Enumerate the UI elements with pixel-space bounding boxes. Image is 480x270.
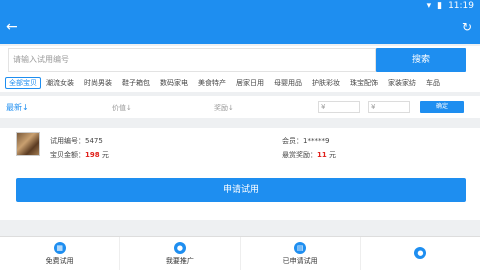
app-bar: ← ↻ (0, 14, 480, 44)
search-input[interactable]: 请输入试用编号 (8, 48, 376, 72)
category-bar: 全部宝贝 潮流女装 时尚男装 鞋子箱包 数码家电 美食特产 居家日用 母婴用品 … (0, 74, 480, 92)
wifi-icon: ▾ (426, 1, 432, 11)
profile-icon: ● (414, 246, 427, 259)
filter-bar: 最新↓ 价值↓ 奖励↓ ¥ ¥ 确定 (0, 96, 480, 118)
sort-price[interactable]: 价值↓ (112, 103, 132, 113)
category-item[interactable]: 数码家电 (155, 77, 193, 89)
tab-free-trial[interactable]: ▦ 免费试用 (0, 237, 121, 270)
product-thumbnail[interactable] (16, 132, 40, 156)
min-price-input[interactable]: ¥ (318, 101, 360, 113)
category-item[interactable]: 时尚男装 (79, 77, 117, 89)
trial-item-card: 试用编号：5475 会员：1*****9 宝贝金额：198 元 悬赏奖励：11 … (0, 128, 480, 220)
category-item[interactable]: 车品 (421, 77, 445, 89)
cart-icon: ▤ (294, 241, 307, 254)
user-icon: ● (173, 241, 186, 254)
tab-applied[interactable]: ▤ 已申请试用 (241, 237, 361, 270)
amount-label: 宝贝金额：198 元 (50, 151, 109, 159)
status-icons: ▾ ▮ 11:19 (427, 1, 474, 11)
apply-trial-button[interactable]: 申请试用 (16, 178, 466, 202)
confirm-button[interactable]: 确定 (420, 101, 464, 113)
max-price-input[interactable]: ¥ (368, 101, 410, 113)
bottom-nav: ▦ 免费试用 ● 我要推广 ▤ 已申请试用 ● (0, 236, 480, 270)
search-button[interactable]: 搜索 (376, 48, 466, 72)
category-item[interactable]: 家装家纺 (383, 77, 421, 89)
code-label: 试用编号：5475 (50, 137, 103, 145)
category-all[interactable]: 全部宝贝 (5, 77, 41, 89)
category-item[interactable]: 护肤彩妆 (307, 77, 345, 89)
member-label: 会员：1*****9 (282, 137, 330, 145)
category-item[interactable]: 潮流女装 (41, 77, 79, 89)
category-item[interactable]: 居家日用 (231, 77, 269, 89)
category-item[interactable]: 珠宝配饰 (345, 77, 383, 89)
status-time: 11:19 (448, 1, 474, 11)
refresh-icon[interactable]: ↻ (460, 20, 474, 34)
battery-icon: ▮ (437, 1, 443, 11)
category-item[interactable]: 鞋子箱包 (117, 77, 155, 89)
bounty-label: 悬赏奖励：11 元 (282, 151, 336, 159)
grid-icon: ▦ (53, 241, 66, 254)
status-bar: ▾ ▮ 11:19 (0, 0, 480, 14)
category-item[interactable]: 母婴用品 (269, 77, 307, 89)
sort-latest[interactable]: 最新↓ (6, 102, 29, 113)
tab-profile[interactable]: ● (361, 237, 480, 270)
search-row: 请输入试用编号 搜索 (0, 46, 480, 74)
back-arrow-icon[interactable]: ← (6, 20, 20, 34)
category-item[interactable]: 美食特产 (193, 77, 231, 89)
sort-reward[interactable]: 奖励↓ (214, 103, 234, 113)
tab-promote[interactable]: ● 我要推广 (120, 237, 241, 270)
